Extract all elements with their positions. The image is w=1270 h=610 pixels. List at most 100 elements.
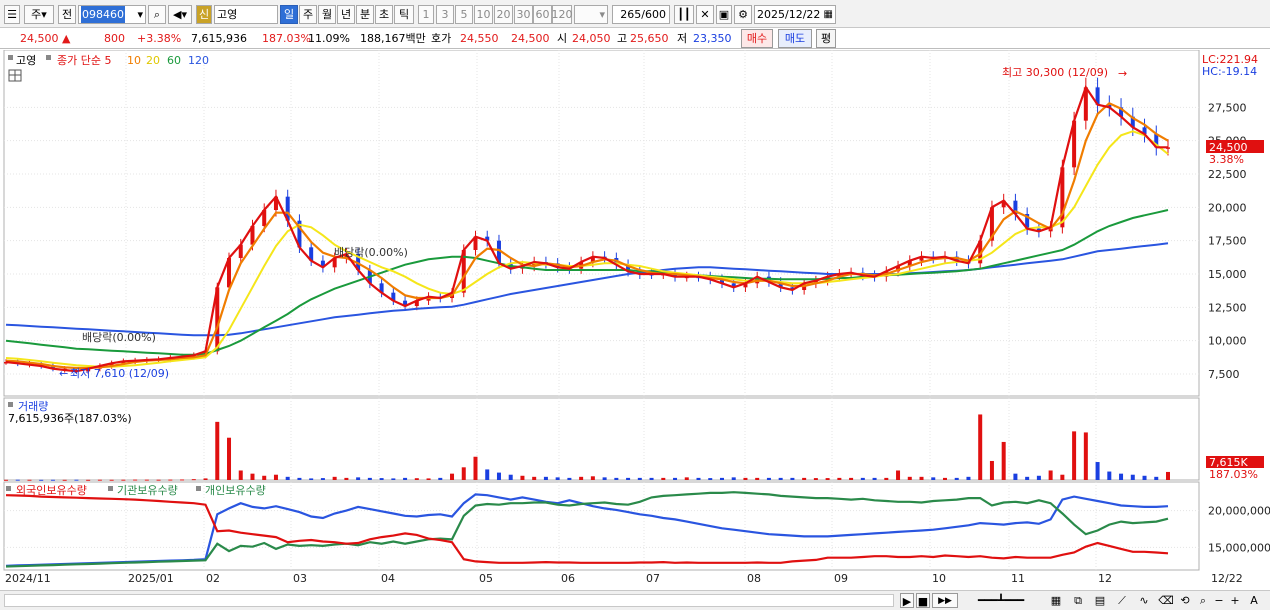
stock-code-value: 098460 xyxy=(81,6,125,23)
interval-1[interactable]: 1 xyxy=(418,5,434,24)
volume-bar xyxy=(989,460,994,480)
period-select-label: 주 xyxy=(31,8,42,21)
display-count-field[interactable]: 265 /600 xyxy=(612,5,670,24)
volume-bar xyxy=(344,477,349,480)
volume-bar xyxy=(297,477,302,480)
ask-price: 24,550 xyxy=(460,32,499,45)
interval-5[interactable]: 5 xyxy=(455,5,473,24)
period-second-button[interactable]: 초 xyxy=(375,5,393,24)
low-note: 최저 7,610 (12/09) xyxy=(70,367,169,380)
volume-bar xyxy=(180,479,185,481)
interval-120[interactable]: 120 xyxy=(552,5,573,24)
month-axis-tick: 03 xyxy=(293,572,307,585)
code-dropdown-icon[interactable]: ▾ xyxy=(137,6,143,23)
date-field[interactable]: 2025/12/22 ▦ xyxy=(754,5,836,24)
legend-square-icon xyxy=(8,55,13,60)
period-month-button[interactable]: 월 xyxy=(318,5,336,24)
high-label: 고 xyxy=(617,32,628,45)
candle-type-icon[interactable]: ┃┃ xyxy=(674,5,694,24)
period-week-button[interactable]: 주 xyxy=(299,5,317,24)
prev-button[interactable]: 전 xyxy=(58,5,76,24)
zoom-in-icon[interactable]: ⌕ xyxy=(1196,593,1210,608)
chart-toolbar: ☰ 주 ▾ 전 098460 ▾ ⌕ ◀▾ 신 고영 일 주 월 년 분 초 틱 … xyxy=(0,0,1270,28)
volume-bar xyxy=(97,479,102,481)
month-axis-tick: 02 xyxy=(206,572,220,585)
search-icon[interactable]: ⌕ xyxy=(148,5,166,24)
volume-bar xyxy=(1083,432,1088,480)
save-icon[interactable]: ▣ xyxy=(716,5,732,24)
volume-bar xyxy=(602,477,607,480)
sound-icon[interactable]: ◀▾ xyxy=(168,5,192,24)
volume-bar xyxy=(637,477,642,480)
up-triangle-icon: ▲ xyxy=(62,32,71,45)
period-year-button[interactable]: 년 xyxy=(337,5,355,24)
interval-30[interactable]: 30 xyxy=(514,5,533,24)
overlay-icon[interactable]: ▤ xyxy=(1090,593,1110,608)
volume-bar xyxy=(309,478,314,480)
volume-bar xyxy=(590,476,595,480)
interval-20[interactable]: 20 xyxy=(494,5,513,24)
volume-bar xyxy=(391,478,396,480)
volume-bar xyxy=(238,470,243,480)
volume-bar xyxy=(15,479,20,481)
low-arrow-icon: ← xyxy=(59,367,68,380)
volume-bar xyxy=(379,478,384,480)
volume-bar xyxy=(884,477,889,480)
volume-bar xyxy=(450,473,455,480)
zoom-slider[interactable]: ━━━┻━━━ xyxy=(964,593,1038,608)
turnover-rate: 11.09% xyxy=(308,32,350,45)
interval-10[interactable]: 10 xyxy=(474,5,493,24)
period-day-button[interactable]: 일 xyxy=(280,5,298,24)
month-axis-tick: 2025/01 xyxy=(128,572,174,585)
volume-bar xyxy=(696,477,701,480)
average-button[interactable]: 평 xyxy=(816,29,836,48)
draw-line-icon[interactable]: ⟋ xyxy=(1112,593,1132,608)
chart-area[interactable]: 27,50025,00022,50020,00017,50015,00012,5… xyxy=(0,50,1270,590)
volume-bar xyxy=(1001,441,1006,480)
period-minute-button[interactable]: 분 xyxy=(356,5,374,24)
gear-icon[interactable]: ⚙ xyxy=(734,5,752,24)
volume-bar xyxy=(508,474,513,480)
font-size-icon[interactable]: A xyxy=(1244,593,1264,608)
calendar-icon[interactable]: ▦ xyxy=(824,6,833,23)
period-select[interactable]: 주 ▾ xyxy=(24,5,54,24)
price-axis-tick: 12,500 xyxy=(1208,301,1247,314)
trade-amount: 188,167백만 xyxy=(360,32,426,45)
current-price: 24,500 ▲ xyxy=(20,31,70,47)
window-menu-icon[interactable]: ☰ xyxy=(4,5,20,24)
fast-forward-button[interactable]: ▶▶ xyxy=(932,593,958,608)
stock-chart-svg[interactable]: 27,50025,00022,50020,00017,50015,00012,5… xyxy=(0,50,1270,590)
legend-ma-square-icon xyxy=(46,55,51,60)
play-button[interactable]: ▶ xyxy=(900,593,914,608)
zoom-plus-icon[interactable]: + xyxy=(1228,593,1242,608)
reset-icon[interactable]: ⟲ xyxy=(1178,593,1192,608)
volume-bar xyxy=(1013,473,1018,480)
interval-custom-select[interactable]: ▾ xyxy=(574,5,608,24)
interval-60[interactable]: 60 xyxy=(533,5,552,24)
period-tick-button[interactable]: 틱 xyxy=(394,5,414,24)
stock-code-input[interactable]: 098460 ▾ xyxy=(78,5,146,24)
stock-name-field[interactable]: 고영 xyxy=(214,5,278,24)
high-note: 최고 30,300 (12/09) xyxy=(1002,66,1108,79)
volume-bar xyxy=(144,479,149,481)
erase-icon[interactable]: ⌫ xyxy=(1156,593,1176,608)
draw-wave-icon[interactable]: ∿ xyxy=(1134,593,1154,608)
month-axis-tick: 04 xyxy=(381,572,395,585)
interval-3[interactable]: 3 xyxy=(436,5,454,24)
sell-button[interactable]: 매도 xyxy=(778,29,812,48)
volume-bar xyxy=(1130,474,1135,480)
volume-bar xyxy=(485,469,490,480)
stop-button[interactable]: ■ xyxy=(916,593,930,608)
volume-bar xyxy=(1036,475,1041,480)
buy-button[interactable]: 매수 xyxy=(741,29,773,48)
crosshair-icon[interactable]: ✕ xyxy=(696,5,714,24)
volume-bar xyxy=(156,479,161,481)
date-value: 2025/12/22 xyxy=(757,8,821,21)
grid-view-icon[interactable]: ▦ xyxy=(1046,593,1066,608)
horizontal-scrollbar[interactable] xyxy=(4,594,894,607)
volume-bar xyxy=(567,477,572,480)
compare-icon[interactable]: ⧉ xyxy=(1068,593,1088,608)
volume-bar xyxy=(1119,473,1124,480)
zoom-minus-icon[interactable]: − xyxy=(1212,593,1226,608)
month-axis-tick: 05 xyxy=(479,572,493,585)
